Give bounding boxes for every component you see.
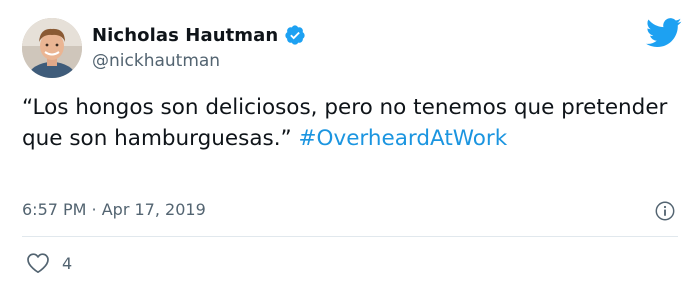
- author-name-row: Nicholas Hautman: [92, 22, 306, 48]
- hashtag-link[interactable]: #OverheardAtWork: [299, 126, 508, 151]
- info-icon[interactable]: [654, 200, 676, 222]
- like-action[interactable]: 4: [26, 252, 72, 274]
- author-display-name[interactable]: Nicholas Hautman: [92, 25, 278, 46]
- like-count: 4: [62, 253, 73, 273]
- verified-badge-icon: [285, 25, 305, 45]
- heart-icon[interactable]: [26, 252, 50, 274]
- twitter-bird-icon[interactable]: [646, 18, 682, 48]
- author-handle[interactable]: @nickhautman: [92, 51, 220, 71]
- avatar-image: [22, 18, 82, 78]
- divider: [22, 236, 678, 237]
- tweet-timestamp[interactable]: 6:57 PM · Apr 17, 2019: [22, 200, 206, 219]
- tweet-card: Nicholas Hautman @nickhautman “Los hongo…: [0, 0, 700, 290]
- tweet-text: “Los hongos son deliciosos, pero no tene…: [22, 92, 682, 154]
- avatar[interactable]: [22, 18, 82, 78]
